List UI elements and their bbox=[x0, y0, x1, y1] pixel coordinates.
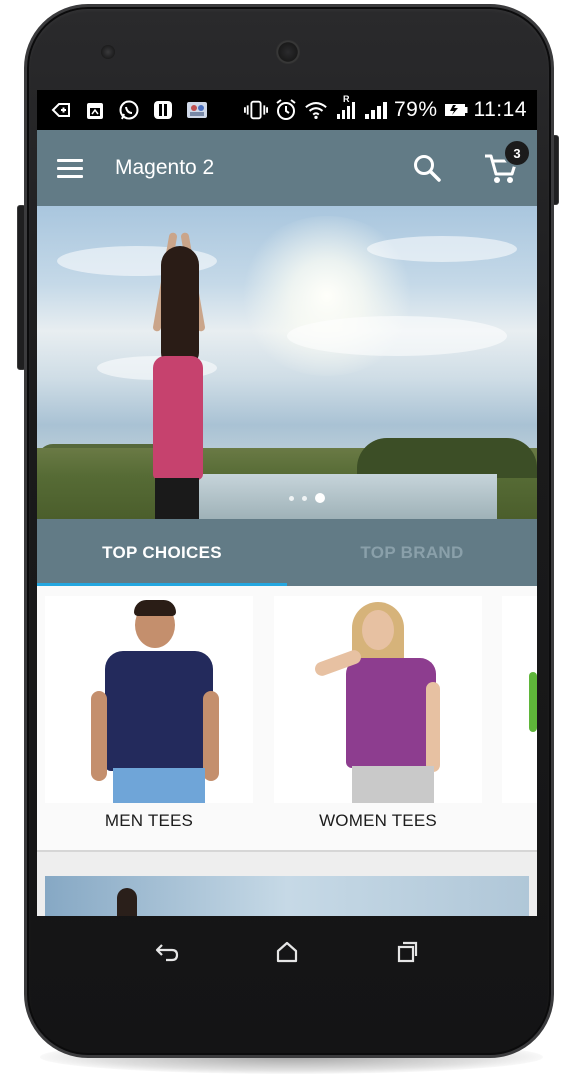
system-icons: R 79% 11:14 bbox=[243, 90, 537, 130]
product-carousel: MEN TEES WOMEN TEES bbox=[37, 586, 537, 852]
clock: 11:14 bbox=[473, 98, 527, 121]
hero-banner[interactable] bbox=[37, 206, 537, 519]
home-icon bbox=[276, 941, 298, 963]
pager-dot-active[interactable] bbox=[315, 493, 325, 503]
promo-banner[interactable] bbox=[45, 876, 529, 916]
banner-figure-hair bbox=[161, 246, 199, 366]
roaming-label: R bbox=[342, 94, 350, 104]
tab-top-brand[interactable]: TOP BRAND bbox=[287, 519, 537, 586]
pager-dot[interactable] bbox=[289, 495, 294, 501]
model-tshirt-navy bbox=[105, 651, 213, 771]
product-card-women-tees[interactable]: WOMEN TEES bbox=[274, 596, 482, 842]
cart-count-badge: 3 bbox=[503, 139, 531, 167]
tab-top-choices[interactable]: TOP CHOICES bbox=[37, 519, 287, 586]
model-arm bbox=[203, 691, 219, 781]
banner-figure-top bbox=[153, 356, 203, 480]
search-button[interactable] bbox=[405, 146, 449, 190]
front-sensor bbox=[101, 45, 115, 59]
category-tabs: TOP CHOICES TOP BRAND bbox=[37, 519, 537, 586]
recents-icon bbox=[397, 941, 418, 963]
model-shorts bbox=[113, 768, 205, 803]
system-nav-bar bbox=[37, 916, 537, 988]
home-button[interactable] bbox=[272, 937, 302, 967]
cart-button[interactable]: 3 bbox=[479, 139, 531, 190]
banner-treeline-right bbox=[357, 438, 537, 478]
model-head bbox=[362, 610, 394, 650]
wifi-icon bbox=[304, 98, 328, 122]
status-bar: R 79% 11:14 bbox=[37, 90, 537, 130]
whatsapp-icon bbox=[117, 98, 141, 122]
signal-icon bbox=[364, 98, 388, 122]
recents-button[interactable] bbox=[392, 937, 422, 967]
partial-product-image bbox=[529, 672, 537, 732]
model-arm bbox=[91, 691, 107, 781]
pager-dot[interactable] bbox=[302, 495, 307, 501]
contacts-icon bbox=[185, 98, 209, 122]
menu-icon[interactable] bbox=[57, 148, 97, 188]
banner-cloud bbox=[367, 236, 517, 262]
model-tshirt-purple bbox=[346, 658, 436, 768]
product-label: WOMEN TEES bbox=[319, 811, 437, 830]
product-image bbox=[45, 596, 253, 803]
product-card-men-tees[interactable]: MEN TEES bbox=[45, 596, 253, 842]
signal-icon-roaming: R bbox=[334, 94, 358, 122]
product-card-partial[interactable] bbox=[502, 596, 537, 803]
calendar-icon bbox=[83, 98, 107, 122]
product-label: MEN TEES bbox=[104, 811, 194, 830]
battery-percent: 79% bbox=[393, 98, 438, 121]
alarm-icon bbox=[274, 98, 298, 122]
promo-figure bbox=[117, 888, 137, 916]
model-hair bbox=[134, 600, 176, 616]
app-screen: R 79% 11:14 Magento 2 3 TOP CHOICES TOP … bbox=[37, 90, 537, 916]
product-image bbox=[274, 596, 482, 803]
model-pants bbox=[352, 766, 434, 803]
notification-icons bbox=[37, 90, 209, 130]
earpiece-speaker bbox=[276, 40, 300, 64]
banner-pager-dots bbox=[37, 493, 537, 503]
notification-icon bbox=[49, 98, 73, 122]
app-icon bbox=[151, 98, 175, 122]
app-title: Magento 2 bbox=[115, 156, 215, 179]
back-button[interactable] bbox=[152, 937, 182, 967]
vibrate-icon bbox=[243, 98, 268, 122]
back-icon bbox=[155, 944, 179, 962]
banner-cloud bbox=[287, 316, 507, 356]
app-toolbar: Magento 2 3 bbox=[37, 130, 537, 206]
search-icon bbox=[414, 155, 441, 182]
battery-icon bbox=[444, 98, 468, 122]
model-arm bbox=[426, 682, 440, 772]
